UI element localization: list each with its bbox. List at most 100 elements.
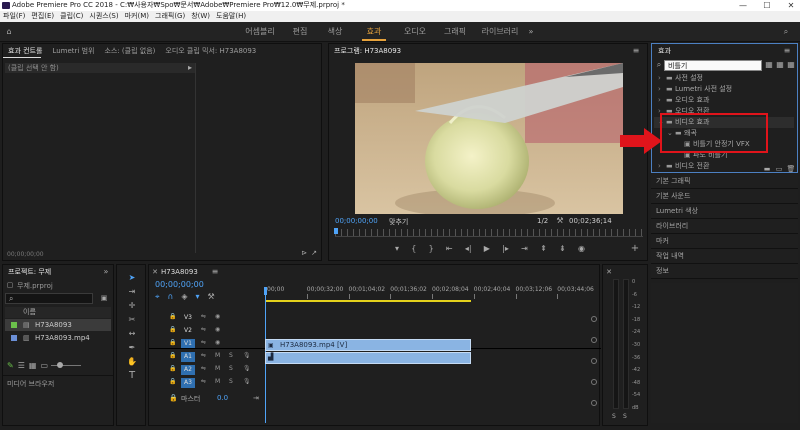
solo-button[interactable]: S: [229, 352, 233, 359]
pen-tool-icon[interactable]: ✒: [126, 343, 138, 353]
snap-magnet-icon[interactable]: ∩: [168, 292, 174, 302]
name-column-header[interactable]: 이름: [5, 307, 111, 318]
work-area-bar[interactable]: [265, 300, 471, 302]
tab-effect-controls[interactable]: 효과 컨트롤: [3, 44, 47, 58]
freeform-view-icon[interactable]: ▭: [40, 361, 48, 371]
menu-edit[interactable]: 편집(E): [28, 11, 57, 22]
sync-lock-icon[interactable]: ⇋: [201, 339, 206, 346]
play-icon[interactable]: ▶: [484, 244, 490, 254]
accelerated-effects-icon[interactable]: ▦: [764, 60, 774, 70]
sync-lock-icon[interactable]: ⇋: [201, 313, 206, 320]
expand-arrow-icon[interactable]: ▸: [185, 63, 195, 73]
settings-wrench-icon[interactable]: ⚒: [555, 216, 565, 226]
slip-tool-icon[interactable]: ↔: [126, 329, 138, 339]
solo-button[interactable]: S: [229, 378, 233, 385]
maximize-button[interactable]: ☐: [760, 0, 774, 11]
delete-icon[interactable]: 🗑: [786, 164, 796, 174]
scroll-handle[interactable]: [591, 316, 597, 322]
home-icon[interactable]: ⌂: [4, 27, 14, 37]
workspace-tab-effects[interactable]: 효과: [360, 22, 388, 42]
audio-clip[interactable]: ▟: [265, 352, 471, 364]
track-select-tool-icon[interactable]: ⇥: [126, 287, 138, 297]
mute-button[interactable]: M: [215, 378, 220, 385]
lock-icon[interactable]: 🔒: [169, 352, 176, 359]
master-volume[interactable]: 0.0: [217, 394, 228, 402]
type-tool-icon[interactable]: T: [126, 371, 138, 381]
effects-tree-item[interactable]: › ▬ Lumetri 사전 설정: [654, 84, 794, 95]
write-icon[interactable]: ✎: [7, 361, 14, 371]
scroll-handle[interactable]: [591, 400, 597, 406]
project-search-input[interactable]: ⌕: [5, 293, 93, 304]
mute-button[interactable]: M: [215, 365, 220, 372]
add-button-icon[interactable]: +: [629, 244, 641, 254]
project-item-row[interactable]: ▥ H73A8093.mp4: [5, 332, 111, 344]
sync-lock-icon[interactable]: ⇋: [201, 365, 206, 372]
collapsed-chevron-icon[interactable]: ›: [658, 161, 666, 172]
microphone-icon[interactable]: 🎙: [243, 378, 251, 385]
track-target-label[interactable]: A2: [181, 365, 195, 375]
hand-tool-icon[interactable]: ✋: [126, 357, 138, 367]
go-to-end-icon[interactable]: ⇥: [253, 393, 259, 403]
sync-lock-icon[interactable]: ⇋: [201, 352, 206, 359]
sync-lock-icon[interactable]: ⇋: [201, 326, 206, 333]
lock-icon[interactable]: 🔒: [169, 365, 176, 372]
collapsed-panel-tab[interactable]: 마커: [651, 234, 798, 249]
tab-audio-clip-mixer[interactable]: 오디오 클립 믹서: H73A8093: [160, 44, 261, 58]
new-bin-icon[interactable]: ▬: [762, 164, 772, 174]
program-monitor-title[interactable]: 프로그램: H73A8093: [329, 44, 406, 58]
collapsed-panel-tab[interactable]: Lumetri 색상: [651, 204, 798, 219]
project-item-row[interactable]: ▤ H73A8093: [5, 319, 111, 331]
workspace-tab-assembly[interactable]: 어셈블리: [240, 22, 280, 42]
lock-icon[interactable]: 🔒: [169, 393, 178, 403]
program-playhead[interactable]: [334, 228, 338, 234]
collapsed-panel-tab[interactable]: 작업 내역: [651, 249, 798, 264]
search-help-icon[interactable]: ⌕: [780, 27, 792, 37]
menu-marker[interactable]: 마커(M): [122, 11, 152, 22]
filter-icon[interactable]: ⊳: [299, 248, 309, 258]
workspace-tab-edit[interactable]: 편집: [288, 22, 312, 42]
lock-icon[interactable]: 🔒: [169, 378, 176, 385]
icon-view-icon[interactable]: ▦: [29, 361, 37, 371]
mark-out-icon[interactable]: }: [429, 244, 434, 254]
add-marker-icon[interactable]: ▾: [395, 244, 399, 254]
workspace-tab-color[interactable]: 색상: [322, 22, 348, 42]
razor-tool-icon[interactable]: ✂: [126, 315, 138, 325]
program-timecode[interactable]: 00;00;00;00: [335, 217, 378, 225]
eye-icon[interactable]: ◉: [215, 313, 220, 320]
collapsed-panel-tab[interactable]: 기본 그래픽: [651, 174, 798, 189]
scroll-handle[interactable]: [591, 379, 597, 385]
workspace-tab-audio[interactable]: 오디오: [400, 22, 430, 42]
nest-icon[interactable]: ⌖: [155, 292, 160, 302]
resolution-dropdown[interactable]: 1/2: [537, 217, 548, 225]
microphone-icon[interactable]: 🎙: [243, 365, 251, 372]
solo-left-button[interactable]: S: [612, 413, 616, 420]
collapsed-panel-tab[interactable]: 정보: [651, 264, 798, 279]
zoom-slider[interactable]: [51, 365, 81, 366]
export-icon[interactable]: ↗: [309, 248, 319, 258]
menu-file[interactable]: 파일(F): [0, 11, 28, 22]
32bit-effects-icon[interactable]: ▦: [775, 60, 785, 70]
solo-button[interactable]: S: [229, 365, 233, 372]
workspace-tab-libraries[interactable]: 라이브러리: [480, 22, 520, 42]
track-target-label[interactable]: A1: [181, 352, 195, 362]
effects-tree-item[interactable]: › ▬ 비디오 전환: [654, 161, 794, 172]
new-bin-icon[interactable]: ▣: [99, 293, 109, 303]
effects-tree-item[interactable]: › ▬ 오디오 효과: [654, 95, 794, 106]
go-to-in-icon[interactable]: ⇤: [446, 244, 453, 254]
effects-panel-menu-icon[interactable]: ≡: [782, 46, 792, 56]
timeline-panel-menu-icon[interactable]: ≡: [211, 267, 219, 277]
collapsed-panel-tab[interactable]: 기본 사운드: [651, 189, 798, 204]
extract-icon[interactable]: ⇟: [559, 244, 566, 254]
timeline-timecode[interactable]: 00;00;00;00: [155, 280, 204, 289]
eye-icon[interactable]: ◉: [215, 326, 220, 333]
collapsed-chevron-icon[interactable]: ›: [658, 95, 666, 106]
close-button[interactable]: ✕: [784, 0, 798, 11]
track-target-label[interactable]: A3: [181, 378, 195, 388]
menu-graphics[interactable]: 그래픽(G): [152, 11, 188, 22]
program-mini-ruler[interactable]: [335, 229, 643, 237]
close-tab-icon[interactable]: ✕: [151, 267, 159, 277]
eye-icon[interactable]: ◉: [215, 339, 220, 346]
ripple-edit-tool-icon[interactable]: ✛: [126, 301, 138, 311]
lock-icon[interactable]: 🔒: [169, 326, 176, 333]
export-frame-icon[interactable]: ◉: [578, 244, 585, 254]
